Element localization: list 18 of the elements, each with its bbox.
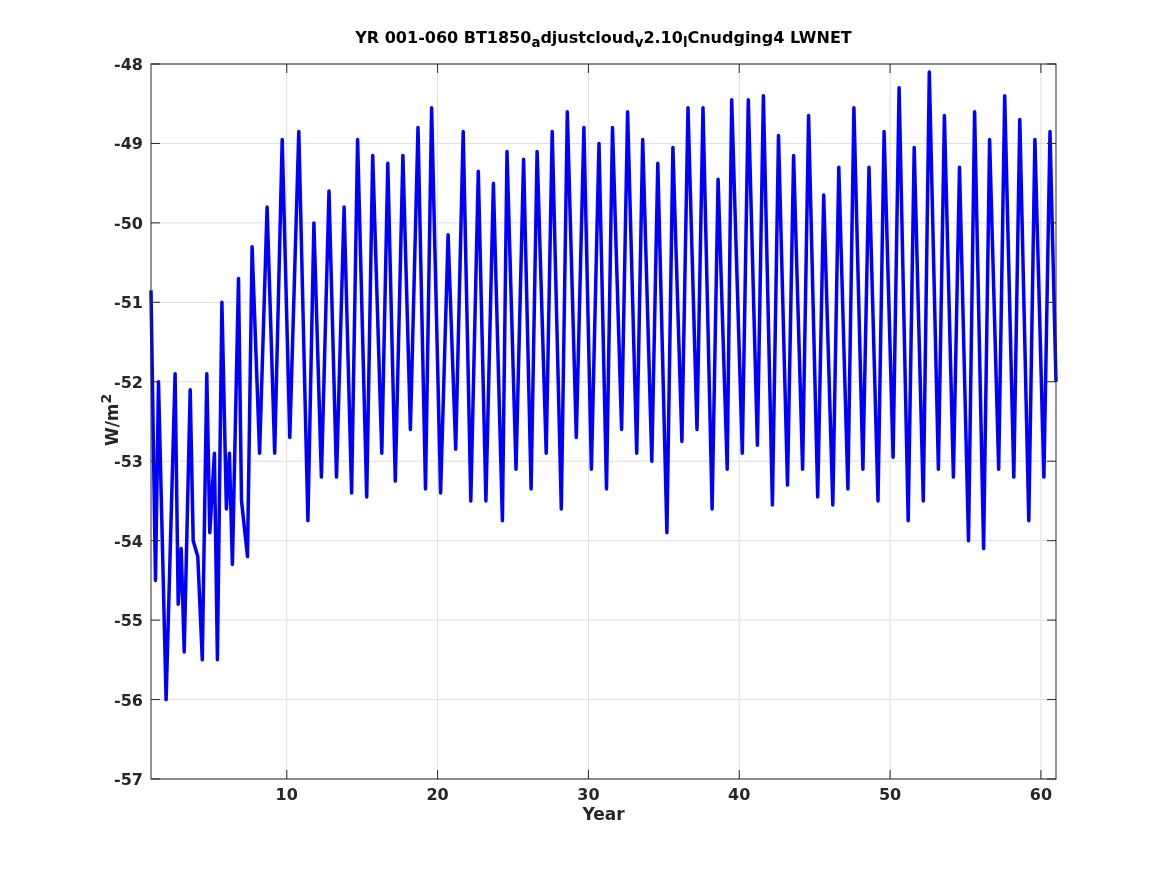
x-tick-label: 10 — [275, 785, 298, 804]
x-tick-label: 20 — [426, 785, 449, 804]
y-tick-label: -54 — [114, 531, 143, 551]
y-tick-label: -52 — [114, 372, 143, 392]
x-tick-label: 60 — [1029, 785, 1053, 804]
x-tick-label: 30 — [577, 785, 600, 804]
x-tick-label: 40 — [728, 785, 751, 804]
y-tick-label: -57 — [114, 770, 143, 789]
chart-title: YR 001-060 BT1850$_{a}$djustcloud$_{v}$2.10$_{l}$Cnudging4 LWNET — [354, 28, 853, 51]
y-tick-label: -49 — [114, 134, 143, 154]
y-tick-label: -50 — [114, 213, 143, 233]
x-axis-label: Year — [581, 804, 626, 824]
x-tick-label: 50 — [878, 785, 902, 804]
y-tick-label: -55 — [114, 611, 143, 631]
y-tick-label: -51 — [114, 293, 143, 313]
y-tick-label: -56 — [114, 690, 143, 710]
y-tick-label: -53 — [114, 452, 143, 472]
y-tick-label: -48 — [114, 55, 143, 74]
